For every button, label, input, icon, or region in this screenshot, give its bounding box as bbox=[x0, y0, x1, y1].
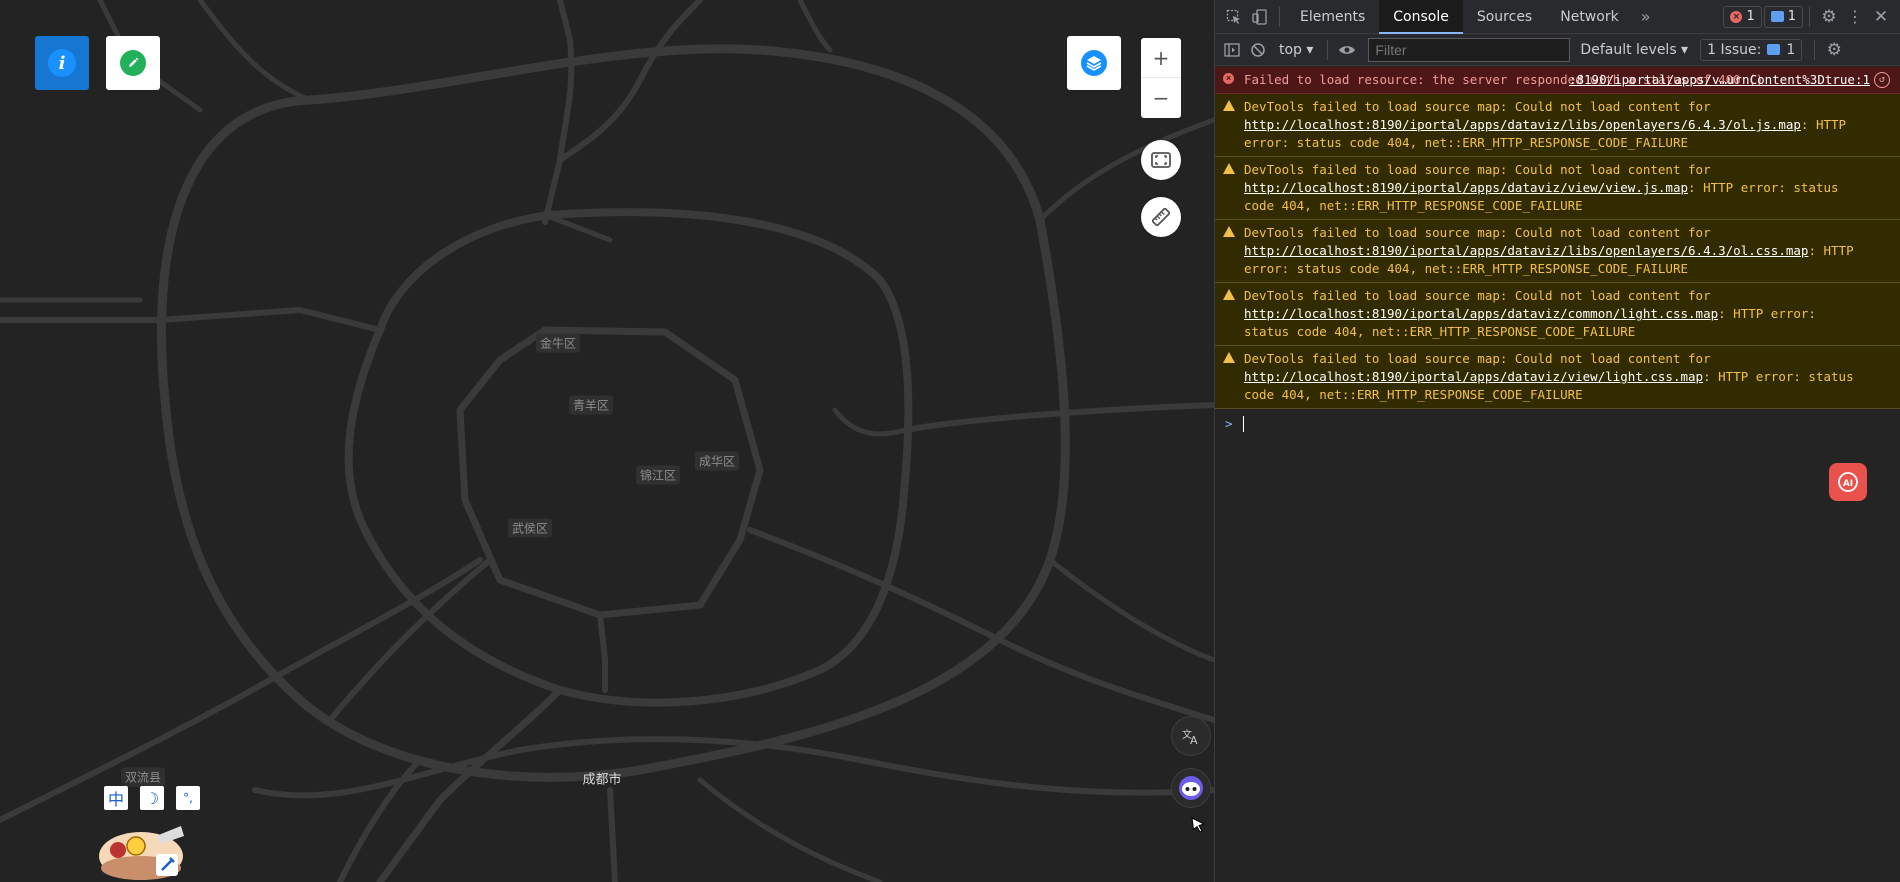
message-prefix: DevTools failed to load source map: Coul… bbox=[1244, 225, 1711, 240]
district-label-shuangliu: 双流县 bbox=[120, 767, 166, 787]
clear-console-icon[interactable] bbox=[1245, 37, 1271, 63]
console-toolbar: top ▾ Default levels ▾ 1 Issue: 1 ⚙ bbox=[1215, 34, 1900, 66]
message-url-link[interactable]: http://localhost:8190/iportal/apps/datav… bbox=[1244, 369, 1703, 384]
tab-elements[interactable]: Elements bbox=[1286, 0, 1379, 34]
console-message-warning: DevTools failed to load source map: Coul… bbox=[1215, 94, 1900, 157]
divider bbox=[1809, 6, 1810, 27]
console-settings-gear-icon[interactable]: ⚙ bbox=[1821, 37, 1847, 63]
ruler-icon bbox=[1151, 207, 1171, 227]
district-label-jinjiang: 锦江区 bbox=[635, 465, 681, 485]
console-output[interactable]: × Failed to load resource: the server re… bbox=[1215, 67, 1900, 882]
message-url-link[interactable]: http://localhost:8190/iportal/apps/datav… bbox=[1244, 306, 1718, 321]
message-count-badge[interactable]: 1 bbox=[1763, 5, 1803, 28]
device-toolbar-icon[interactable] bbox=[1247, 4, 1273, 30]
ime-mascot-image[interactable] bbox=[96, 806, 186, 882]
console-message-error: × Failed to load resource: the server re… bbox=[1215, 67, 1900, 94]
layers-button[interactable] bbox=[1067, 36, 1121, 90]
warning-icon bbox=[1223, 289, 1235, 300]
kebab-menu-icon[interactable]: ⋮ bbox=[1842, 4, 1868, 30]
divider bbox=[1327, 39, 1329, 60]
warning-icon bbox=[1223, 226, 1235, 237]
road-network bbox=[0, 0, 1214, 882]
map-canvas[interactable]: 金牛区 青羊区 成华区 锦江区 武侯区 双流县 成都市 i + − 文 A 中 … bbox=[0, 0, 1214, 882]
issues-label: 1 Issue: bbox=[1707, 41, 1762, 58]
message-prefix: DevTools failed to load source map: Coul… bbox=[1244, 288, 1711, 303]
error-count-badge[interactable]: × 1 bbox=[1723, 5, 1762, 28]
message-icon bbox=[1770, 11, 1784, 22]
divider bbox=[1814, 39, 1816, 60]
svg-text:AI: AI bbox=[1843, 479, 1853, 489]
more-tabs-icon[interactable]: » bbox=[1633, 4, 1659, 30]
console-message-warning: DevTools failed to load source map: Coul… bbox=[1215, 220, 1900, 283]
live-expression-eye-icon[interactable] bbox=[1334, 37, 1360, 63]
pencil-icon bbox=[120, 50, 146, 76]
error-count: 1 bbox=[1746, 9, 1755, 24]
console-filter-input[interactable] bbox=[1368, 37, 1571, 62]
warning-icon bbox=[1223, 100, 1235, 111]
issues-count: 1 bbox=[1786, 41, 1796, 58]
warning-icon bbox=[1223, 163, 1235, 174]
message-icon bbox=[1767, 44, 1781, 55]
prompt-chevron-icon: > bbox=[1225, 416, 1233, 431]
message-prefix: DevTools failed to load source map: Coul… bbox=[1244, 351, 1711, 366]
message-prefix: DevTools failed to load source map: Coul… bbox=[1244, 99, 1711, 114]
message-url-link[interactable]: http://localhost:8190/iportal/apps/datav… bbox=[1244, 180, 1688, 195]
warning-icon bbox=[1223, 352, 1235, 363]
console-message-warning: DevTools failed to load source map: Coul… bbox=[1215, 283, 1900, 346]
divider bbox=[1279, 6, 1280, 27]
ai-icon: AI bbox=[1838, 472, 1858, 492]
district-label-wuhou: 武侯区 bbox=[507, 518, 553, 538]
console-message-warning: DevTools failed to load source map: Coul… bbox=[1215, 346, 1900, 409]
district-label-qingyang: 青羊区 bbox=[568, 395, 614, 415]
district-label-chenghua: 成华区 bbox=[694, 451, 740, 471]
translate-button[interactable]: 文 A bbox=[1171, 716, 1211, 756]
network-request-icon[interactable]: ↺ bbox=[1874, 72, 1890, 88]
context-select[interactable]: top ▾ bbox=[1271, 42, 1321, 58]
message-prefix: DevTools failed to load source map: Coul… bbox=[1244, 162, 1711, 177]
console-message-warning: DevTools failed to load source map: Coul… bbox=[1215, 157, 1900, 220]
zoom-in-button[interactable]: + bbox=[1141, 38, 1181, 78]
layers-icon bbox=[1081, 50, 1107, 76]
ai-assistant-button[interactable]: AI bbox=[1829, 463, 1867, 501]
info-button[interactable]: i bbox=[35, 36, 89, 90]
sidebar-toggle-icon[interactable] bbox=[1219, 37, 1245, 63]
info-icon: i bbox=[48, 49, 76, 77]
message-url-link[interactable]: http://localhost:8190/iportal/apps/datav… bbox=[1244, 243, 1808, 258]
devtools-tab-bar: Elements Console Sources Network » × 1 1… bbox=[1215, 0, 1900, 34]
city-label-chengdu: 成都市 bbox=[582, 772, 622, 788]
message-source-link[interactable]: :8190/iportal/apps/v…urnContent%3Dtrue:1 bbox=[1569, 71, 1870, 89]
robot-icon bbox=[1179, 776, 1203, 800]
district-label-jinniu: 金牛区 bbox=[535, 333, 581, 353]
fullscreen-icon bbox=[1151, 152, 1171, 168]
measure-button[interactable] bbox=[1141, 197, 1181, 237]
cursor-pointer-icon bbox=[1191, 817, 1206, 833]
fullscreen-button[interactable] bbox=[1141, 140, 1181, 180]
log-levels-dropdown[interactable]: Default levels ▾ bbox=[1580, 42, 1688, 58]
svg-text:A: A bbox=[1190, 734, 1198, 746]
error-icon: × bbox=[1223, 73, 1234, 84]
assistant-button[interactable] bbox=[1171, 768, 1211, 808]
console-prompt[interactable]: > bbox=[1215, 409, 1900, 439]
zoom-out-button[interactable]: − bbox=[1141, 78, 1181, 118]
devtools-panel: Elements Console Sources Network » × 1 1… bbox=[1214, 0, 1900, 882]
message-count: 1 bbox=[1787, 9, 1796, 24]
edit-button[interactable] bbox=[106, 36, 160, 90]
settings-gear-icon[interactable]: ⚙ bbox=[1816, 4, 1842, 30]
text-caret bbox=[1242, 416, 1244, 432]
zoom-control: + − bbox=[1141, 38, 1181, 118]
issues-button[interactable]: 1 Issue: 1 bbox=[1700, 38, 1803, 61]
tab-network[interactable]: Network bbox=[1546, 0, 1632, 34]
translate-icon: 文 A bbox=[1182, 728, 1198, 746]
message-url-link[interactable]: http://localhost:8190/iportal/apps/datav… bbox=[1244, 117, 1801, 132]
tab-console[interactable]: Console bbox=[1379, 0, 1463, 34]
inspect-element-icon[interactable] bbox=[1221, 4, 1247, 30]
tab-sources[interactable]: Sources bbox=[1463, 0, 1546, 34]
close-icon[interactable]: ✕ bbox=[1868, 4, 1894, 30]
error-icon: × bbox=[1730, 10, 1743, 23]
